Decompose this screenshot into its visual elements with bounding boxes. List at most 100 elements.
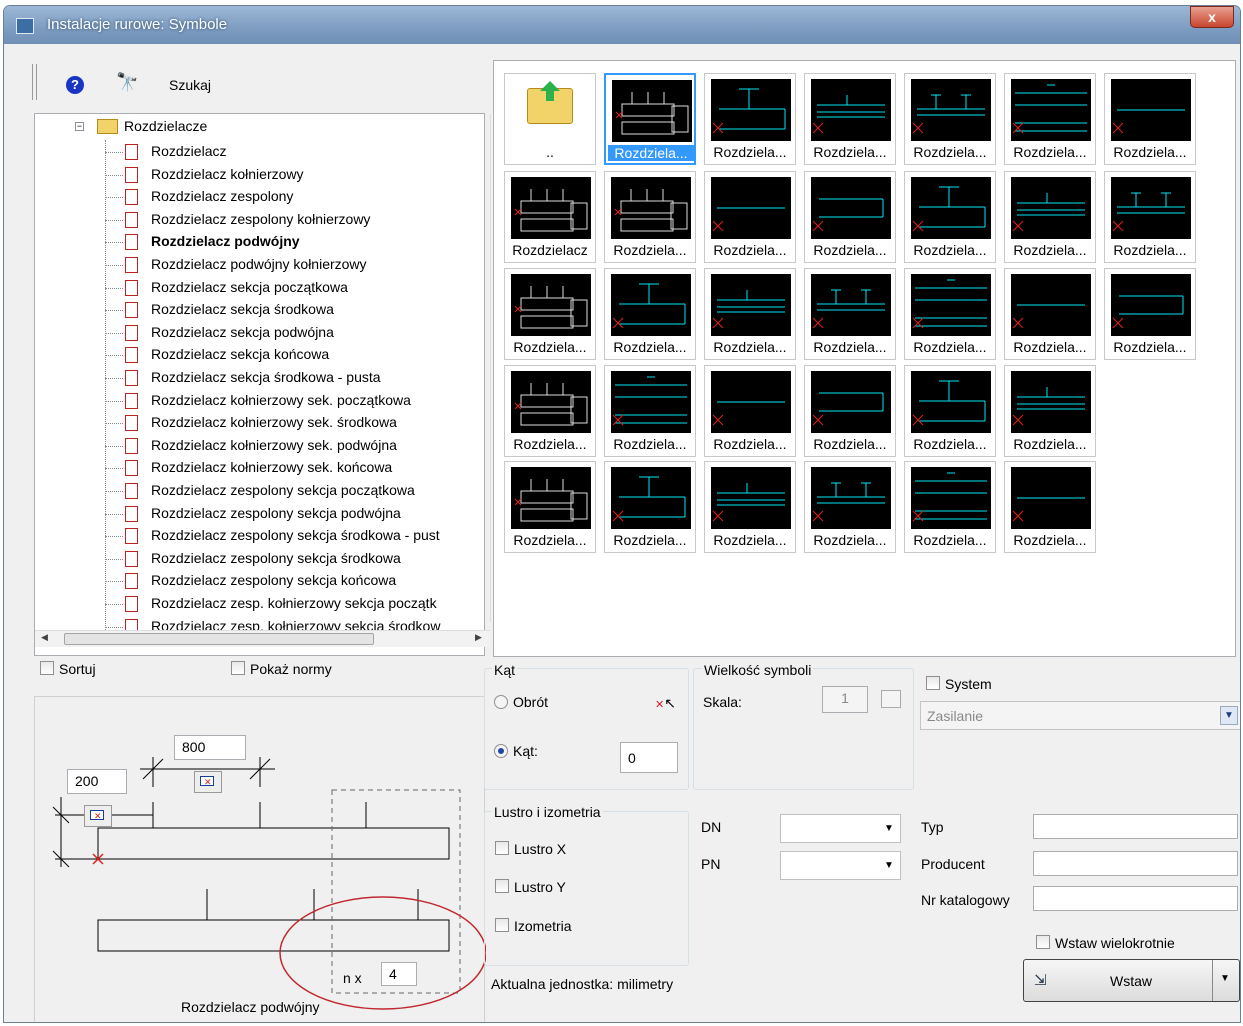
angle-radio[interactable] <box>494 744 508 758</box>
tree-item[interactable]: Rozdzielacz zespolony sekcja końcowa <box>151 572 489 592</box>
symbol-tile[interactable]: Rozdziela... <box>704 268 796 360</box>
symbol-tile[interactable]: Rozdziela... <box>804 171 896 263</box>
document-icon <box>125 234 138 251</box>
sort-checkbox[interactable] <box>40 661 54 675</box>
system-select[interactable]: Zasilanie ▼ <box>920 701 1240 730</box>
producer-input[interactable] <box>1033 851 1238 876</box>
symbol-tile[interactable]: Rozdziela... <box>704 171 796 263</box>
tree-item[interactable]: Rozdzielacz podwójny <box>151 233 489 253</box>
symbol-tile[interactable]: Rozdziela... <box>1004 461 1096 553</box>
binoculars-icon[interactable]: 🔭 <box>116 72 138 93</box>
symbol-tile[interactable]: Rozdziela... <box>704 365 796 457</box>
symbol-tile[interactable]: Rozdziela... <box>604 365 696 457</box>
symbol-tile[interactable]: Rozdziela... <box>904 461 996 553</box>
toolbar-grip[interactable] <box>32 64 37 100</box>
tree-item[interactable]: Rozdzielacz zespolony kołnierzowy <box>151 211 489 231</box>
symbol-tile[interactable]: Rozdziela... <box>804 365 896 457</box>
dim-offset-input[interactable]: 200 <box>67 769 127 794</box>
symbol-tile[interactable]: Rozdziela... <box>1104 73 1196 165</box>
symbol-tree[interactable]: − Rozdzielacze Rozdzielacz Rozdzielacz ko… <box>34 113 507 656</box>
tree-item[interactable]: Rozdzielacz kołnierzowy sek. początkowa <box>151 392 489 412</box>
insert-dropdown-icon[interactable]: ▼ <box>1220 973 1230 984</box>
count-input[interactable]: 4 <box>381 962 417 986</box>
dn-select[interactable]: ▼ <box>780 814 901 843</box>
highlight-ellipse <box>279 896 486 1010</box>
tree-item[interactable]: Rozdzielacz kołnierzowy sek. końcowa <box>151 459 489 479</box>
tree-horizontal-scrollbar[interactable]: ◀ ▶ <box>35 630 490 647</box>
tree-item[interactable]: Rozdzielacz podwójny kołnierzowy <box>151 256 489 276</box>
dim-width-input[interactable]: 800 <box>174 735 246 760</box>
angle-label: Kąt: <box>513 743 538 759</box>
symbol-tile[interactable]: Rozdziela... <box>804 268 896 360</box>
pick-scale-icon[interactable] <box>881 690 901 708</box>
tree-item[interactable]: Rozdzielacz <box>151 143 489 163</box>
tree-item[interactable]: Rozdzielacz kołnierzowy <box>151 166 489 186</box>
pn-dropdown-icon[interactable]: ▼ <box>884 860 894 871</box>
insert-multiple-checkbox[interactable] <box>1036 935 1050 949</box>
tree-item[interactable]: Rozdzielacz zesp. kołnierzowy sekcja poc… <box>151 595 489 615</box>
symbol-tile[interactable]: Rozdziela... <box>1104 171 1196 263</box>
pn-select[interactable]: ▼ <box>780 851 901 880</box>
tree-item[interactable]: Rozdzielacz sekcja podwójna <box>151 324 489 344</box>
pick-distance-icon[interactable]: ✕ <box>194 771 222 793</box>
tree-item[interactable]: Rozdzielacz kołnierzowy sek. podwójna <box>151 437 489 457</box>
isometry-checkbox[interactable] <box>495 918 509 932</box>
symbol-thumbnail <box>1011 177 1091 239</box>
tree-item[interactable]: Rozdzielacz zespolony <box>151 188 489 208</box>
insert-button[interactable]: ⇲ Wstaw ▼ <box>1023 959 1240 1002</box>
symbol-tile[interactable]: Rozdziela... <box>604 73 696 165</box>
tree-horizontal-thumb[interactable] <box>64 633 374 645</box>
symbol-tile[interactable]: Rozdziela... <box>504 365 596 457</box>
symbol-tile[interactable]: Rozdziela... <box>904 73 996 165</box>
type-input[interactable] <box>1033 814 1238 839</box>
search-button[interactable]: Szukaj <box>169 77 211 93</box>
mirror-x-checkbox[interactable] <box>495 841 509 855</box>
tree-root-label[interactable]: Rozdzielacze <box>124 118 207 138</box>
symbol-tile[interactable]: Rozdziela... <box>1004 268 1096 360</box>
symbol-tile[interactable]: Rozdzielacz <box>504 171 596 263</box>
pick-offset-icon[interactable]: ✕ <box>84 805 112 827</box>
angle-input[interactable]: 0 <box>620 742 678 773</box>
tree-item[interactable]: Rozdzielacz sekcja środkowa <box>151 301 489 321</box>
symbol-tile[interactable]: Rozdziela... <box>704 73 796 165</box>
tree-item[interactable]: Rozdzielacz sekcja początkowa <box>151 279 489 299</box>
symbol-tile[interactable]: Rozdziela... <box>504 268 596 360</box>
symbol-tile[interactable]: Rozdziela... <box>1004 73 1096 165</box>
symbol-tile[interactable]: Rozdziela... <box>904 268 996 360</box>
tree-item[interactable]: Rozdzielacz kołnierzowy sek. środkowa <box>151 414 489 434</box>
symbol-tile[interactable]: Rozdziela... <box>1104 268 1196 360</box>
symbol-tile[interactable]: Rozdziela... <box>604 461 696 553</box>
tree-item[interactable]: Rozdzielacz zespolony sekcja początkowa <box>151 482 489 502</box>
rotation-radio[interactable] <box>494 695 508 709</box>
symbol-tile[interactable]: Rozdziela... <box>504 461 596 553</box>
parent-folder-tile[interactable]: .. <box>504 73 596 165</box>
title-bar[interactable]: Instalacje rurowe: Symbole x <box>4 6 1240 44</box>
symbol-tile[interactable]: Rozdziela... <box>704 461 796 553</box>
symbol-tile[interactable]: Rozdziela... <box>904 365 996 457</box>
symbol-tile[interactable]: Rozdziela... <box>604 171 696 263</box>
mirror-y-checkbox[interactable] <box>495 879 509 893</box>
help-icon[interactable]: ? <box>66 76 84 94</box>
tree-item[interactable]: Rozdzielacz zespolony sekcja podwójna <box>151 505 489 525</box>
tile-label: Rozdziela... <box>813 436 887 452</box>
show-norms-checkbox[interactable] <box>231 661 245 675</box>
symbol-tile[interactable]: Rozdziela... <box>1004 171 1096 263</box>
tree-item[interactable]: Rozdzielacz zespolony sekcja środkowa - … <box>151 527 489 547</box>
symbol-gallery[interactable]: .. Rozdziela... Rozdziela... Rozdziela... Ro… <box>493 60 1236 657</box>
catalog-input[interactable] <box>1033 886 1238 911</box>
chevron-down-icon[interactable]: ▼ <box>1220 706 1238 725</box>
close-button[interactable]: x <box>1190 6 1234 28</box>
symbol-tile[interactable]: Rozdziela... <box>804 73 896 165</box>
tree-item[interactable]: Rozdzielacz zespolony sekcja środkowa <box>151 550 489 570</box>
symbol-tile[interactable]: Rozdziela... <box>604 268 696 360</box>
symbol-tile[interactable]: Rozdziela... <box>904 171 996 263</box>
symbol-tile[interactable]: Rozdziela... <box>1004 365 1096 457</box>
tree-item[interactable]: Rozdzielacz sekcja końcowa <box>151 346 489 366</box>
pick-rotation-icon[interactable]: ✕↖ <box>655 695 676 712</box>
scale-input[interactable]: 1 <box>822 686 868 713</box>
symbol-tile[interactable]: Rozdziela... <box>804 461 896 553</box>
collapse-toggle[interactable]: − <box>75 122 84 131</box>
system-checkbox[interactable] <box>926 676 940 690</box>
dn-dropdown-icon[interactable]: ▼ <box>884 823 894 834</box>
tree-item[interactable]: Rozdzielacz sekcja środkowa - pusta <box>151 369 489 389</box>
